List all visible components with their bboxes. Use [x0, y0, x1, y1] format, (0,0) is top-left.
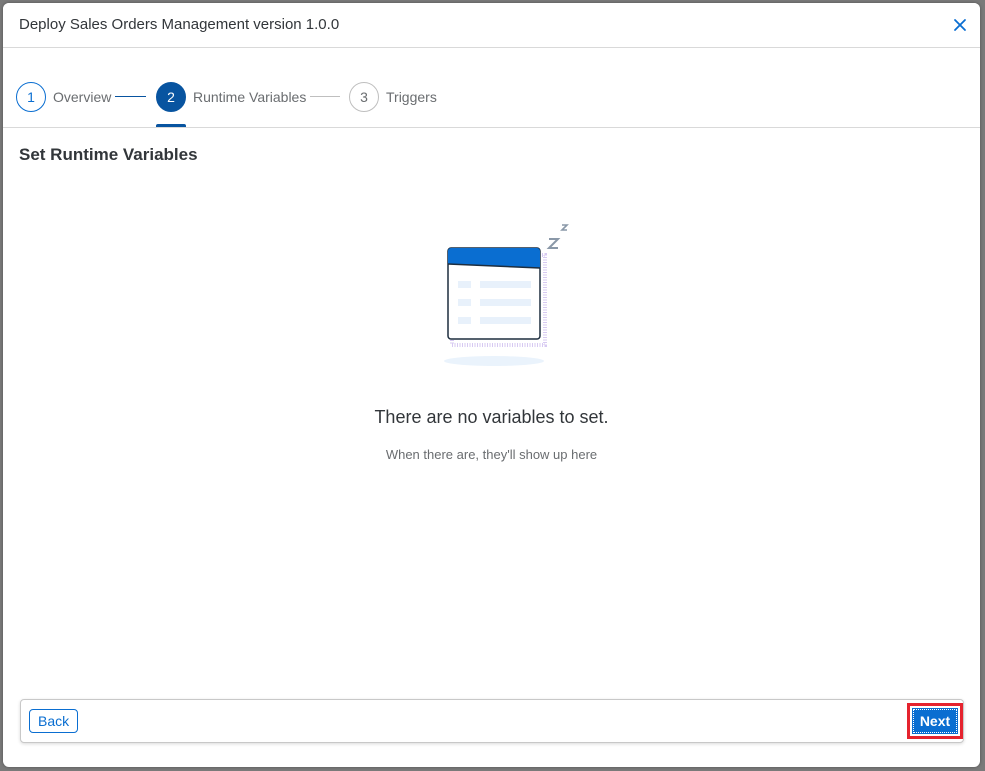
step-label: Overview	[53, 89, 112, 105]
step-connector	[310, 96, 340, 97]
step-number: 3	[349, 82, 379, 112]
active-step-indicator	[156, 124, 186, 127]
step-connector	[115, 96, 146, 97]
step-label: Runtime Variables	[193, 89, 307, 105]
next-button[interactable]: Next	[912, 708, 958, 734]
step-number: 2	[156, 82, 186, 112]
empty-sleeping-table-illustration	[444, 224, 569, 366]
wizard-progress-navigator: 1 Overview 2 Runtime Variables 3 Trigger…	[3, 48, 980, 128]
empty-state-title: There are no variables to set.	[374, 407, 609, 427]
close-icon	[954, 19, 966, 31]
close-button[interactable]	[948, 13, 972, 37]
wizard-step-overview[interactable]: 1 Overview	[16, 81, 111, 113]
back-button[interactable]: Back	[29, 709, 79, 733]
dialog-footer: Back Next	[20, 699, 964, 743]
wizard-step-runtime-variables[interactable]: 2 Runtime Variables	[156, 81, 306, 113]
wizard-step-triggers[interactable]: 3 Triggers	[349, 81, 437, 113]
empty-state-subtitle: When there are, they'll show up here	[385, 447, 598, 462]
section-title: Set Runtime Variables	[19, 145, 198, 164]
deploy-dialog: Deploy Sales Orders Management version 1…	[3, 3, 980, 767]
step-label: Triggers	[386, 89, 437, 105]
step-number: 1	[16, 82, 46, 112]
next-button-highlight: Next	[907, 703, 963, 739]
dialog-header: Deploy Sales Orders Management version 1…	[3, 3, 980, 48]
dialog-title: Deploy Sales Orders Management version 1…	[19, 16, 340, 33]
